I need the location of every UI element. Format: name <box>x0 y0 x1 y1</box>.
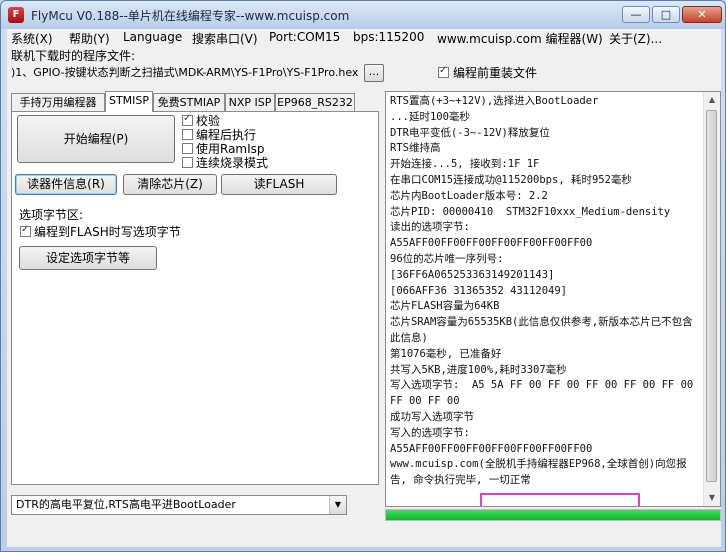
log-line: [36FF6A065253363149201143] <box>390 268 555 281</box>
progress-bar <box>385 509 721 521</box>
menu-about[interactable]: 关于(Z)... <box>609 30 662 47</box>
log-line: 第1076毫秒, 已准备好 <box>390 347 502 360</box>
reset-mode-value: DTR的高电平复位,RTS高电平进BootLoader <box>16 498 236 511</box>
log-line: A55AFF00FF00FF00FF00FF00FF00FF00 <box>390 237 593 250</box>
use-ramisp-checkbox[interactable] <box>182 143 193 154</box>
menu-port[interactable]: Port:COM15 <box>269 30 340 44</box>
scroll-up-icon[interactable]: ▲ <box>704 92 720 108</box>
menu-programmer[interactable]: www.mcuisp.com 编程器(W) <box>437 30 603 47</box>
log-line: 芯片PID: 00000410 STM32F10xxx_Medium-densi… <box>390 205 671 218</box>
tab-handheld-programmer[interactable]: 手持万用编程器 <box>11 93 105 111</box>
log-line: 读出的选项字节: <box>390 221 470 234</box>
window-title: FlyMcu V0.188--单片机在线编程专家--www.mcuisp.com <box>31 9 350 23</box>
log-line: 成功写入选项字节 <box>390 410 474 423</box>
chevron-down-icon[interactable]: ▼ <box>329 496 346 514</box>
maximize-button[interactable]: □ <box>652 6 680 23</box>
log-line: 96位的芯片唯一序列号: <box>390 252 504 265</box>
log-line: 开始连接...5, 接收到:1F 1F <box>390 158 540 171</box>
log-line: 在串口COM15连接成功@115200bps, 耗时952毫秒 <box>390 173 632 186</box>
close-button[interactable]: ✕ <box>682 6 722 23</box>
log-line: RTS置高(+3~+12V),选择进入BootLoader <box>390 95 599 107</box>
menu-system[interactable]: 系统(X) <box>11 30 53 47</box>
verify-checkbox[interactable] <box>182 113 193 126</box>
progress-fill <box>386 510 720 520</box>
log-line: 共写入5KB,进度100%,耗时3307毫秒 <box>390 363 567 376</box>
log-line: 写入的选项字节: <box>390 426 470 439</box>
reload-before-program-checkbox[interactable] <box>438 65 449 78</box>
scroll-down-icon[interactable]: ▼ <box>704 490 720 506</box>
log-line: ...延时100毫秒 <box>390 110 470 123</box>
app-window: F FlyMcu V0.188--单片机在线编程专家--www.mcuisp.c… <box>0 0 726 552</box>
minimize-button[interactable]: — <box>622 6 650 23</box>
flymcu-app-icon: F <box>8 7 24 23</box>
continuous-burn-checkbox[interactable] <box>182 157 193 168</box>
output-log[interactable]: RTS置高(+3~+12V),选择进入BootLoader ...延时100毫秒 D… <box>385 91 721 507</box>
log-line: 写入选项字节: A5 5A FF 00 FF 00 FF 00 FF 00 FF… <box>390 379 700 408</box>
menu-help[interactable]: 帮助(Y) <box>69 30 110 47</box>
tab-nxp-isp[interactable]: NXP ISP <box>225 93 275 111</box>
program-file-path[interactable]: )1、GPIO-按键状态判断之扫描式\MDK-ARM\YS-F1Pro\YS-F… <box>11 63 363 83</box>
log-line: [066AFF36 31365352 43112049] <box>390 284 568 297</box>
log-text: RTS置高(+3~+12V),选择进入BootLoader ...延时100毫秒 D… <box>390 94 700 489</box>
tab-stmisp[interactable]: STMISP <box>105 91 153 112</box>
write-option-bytes-label: 编程到FLASH时写选项字节 <box>34 225 181 239</box>
reload-before-program-label: 编程前重装文件 <box>453 66 538 80</box>
reset-mode-select[interactable]: DTR的高电平复位,RTS高电平进BootLoader ▼ <box>11 495 347 515</box>
success-highlight <box>480 493 640 506</box>
menu-language[interactable]: Language <box>123 30 182 44</box>
tab-ep968-rs232[interactable]: EP968_RS232 <box>275 93 355 111</box>
start-program-button[interactable]: 开始编程(P) <box>17 115 175 163</box>
run-after-program-checkbox[interactable] <box>182 129 193 140</box>
log-line: RTS维持高 <box>390 142 441 155</box>
menu-search-port[interactable]: 搜索串口(V) <box>192 30 258 47</box>
set-option-bytes-button[interactable]: 设定选项字节等 <box>19 246 157 270</box>
client-area: 系统(X) 帮助(Y) Language 搜索串口(V) Port:COM15 … <box>7 29 721 547</box>
stmisp-panel <box>11 111 379 485</box>
option-bytes-area-label: 选项字节区: <box>19 208 84 222</box>
write-option-bytes-checkbox[interactable] <box>20 224 31 237</box>
log-scrollbar[interactable]: ▲ ▼ <box>703 92 720 506</box>
read-device-info-button[interactable]: 读器件信息(R) <box>15 174 117 195</box>
log-line: 芯片FLASH容量为64KB <box>390 300 500 313</box>
read-flash-button[interactable]: 读FLASH <box>221 174 337 195</box>
scroll-thumb[interactable] <box>706 110 717 482</box>
menu-bps[interactable]: bps:115200 <box>353 30 424 44</box>
tab-free-stmiap[interactable]: 免费STMIAP <box>153 93 225 111</box>
browse-file-button[interactable]: ... <box>364 64 384 82</box>
program-file-label: 联机下载时的程序文件: <box>11 49 136 63</box>
log-line: 芯片SRAM容量为65535KB(此信息仅供参考,新版本芯片已不包含此信息) <box>390 316 693 344</box>
continuous-burn-label: 连续烧录模式 <box>196 156 269 170</box>
title-bar[interactable]: F FlyMcu V0.188--单片机在线编程专家--www.mcuisp.c… <box>1 1 725 29</box>
log-line: www.mcuisp.com(全脱机手持编程器EP968,全球首创)向您报告, … <box>390 458 687 487</box>
log-line: 芯片内BootLoader版本号: 2.2 <box>390 189 548 202</box>
log-line: A55AFF00FF00FF00FF00FF00FF00FF00 <box>390 442 593 455</box>
erase-chip-button[interactable]: 清除芯片(Z) <box>123 174 217 195</box>
log-line: DTR电平变低(-3~-12V)释放复位 <box>390 126 550 139</box>
menu-bar: 系统(X) 帮助(Y) Language 搜索串口(V) Port:COM15 … <box>7 29 721 47</box>
